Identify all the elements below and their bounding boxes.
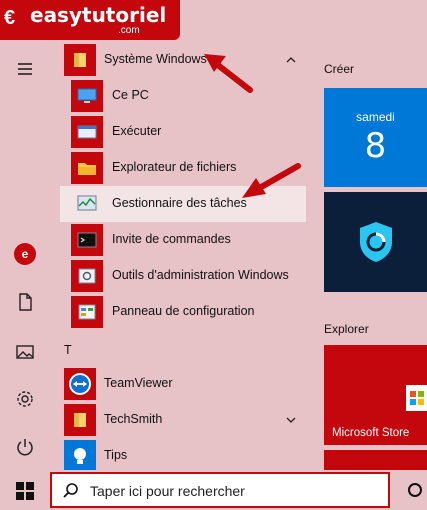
watermark-sub: .com xyxy=(118,25,140,36)
folder-icon xyxy=(64,44,96,76)
teamviewer-icon xyxy=(64,368,96,400)
windows-start-icon[interactable] xyxy=(14,480,36,502)
store-label: Microsoft Store xyxy=(332,427,410,439)
partial-tile[interactable] xyxy=(324,450,427,470)
avatar[interactable]: e xyxy=(14,243,36,265)
computer-icon xyxy=(71,80,103,112)
calendar-tile[interactable]: samedi 8 xyxy=(324,88,427,187)
watermark-banner: € easytutoriel .com xyxy=(0,0,180,40)
settings-icon[interactable] xyxy=(12,386,38,412)
list-item-label: TechSmith xyxy=(104,412,163,426)
list-item-executer[interactable]: Exécuter xyxy=(60,114,306,150)
list-item-tips[interactable]: Tips xyxy=(60,438,306,474)
task-manager-icon xyxy=(71,188,103,220)
pictures-icon[interactable] xyxy=(12,339,38,365)
chevron-down-icon[interactable] xyxy=(284,413,298,427)
admin-tools-icon xyxy=(71,260,103,292)
folder-icon xyxy=(64,404,96,436)
hamburger-icon[interactable] xyxy=(12,56,38,82)
section-title-explorer: Explorer xyxy=(324,322,369,336)
list-item-teamviewer[interactable]: TeamViewer xyxy=(60,366,306,402)
document-icon[interactable] xyxy=(12,289,38,315)
list-item-invite-commandes[interactable]: Invite de commandes xyxy=(60,222,306,258)
list-item-label: Exécuter xyxy=(112,124,162,138)
taskbar: Taper ici pour rechercher xyxy=(0,470,427,510)
control-panel-icon xyxy=(71,296,103,328)
list-item-label: Gestionnaire des tâches xyxy=(112,196,247,210)
lightbulb-icon xyxy=(64,440,96,472)
command-prompt-icon xyxy=(71,224,103,256)
store-bag-icon xyxy=(406,385,427,411)
hotspot-shield-tile[interactable] xyxy=(324,192,427,292)
search-icon xyxy=(63,483,78,498)
shield-icon xyxy=(360,222,392,262)
run-icon xyxy=(71,116,103,148)
section-title-creer: Créer xyxy=(324,62,355,76)
search-placeholder: Taper ici pour rechercher xyxy=(90,483,245,499)
list-item-gestionnaire-taches[interactable]: Gestionnaire des tâches xyxy=(60,186,306,222)
list-item-label: Panneau de configuration xyxy=(112,304,255,318)
group-systeme-windows[interactable]: Système Windows xyxy=(60,42,306,78)
calendar-date: 8 xyxy=(364,126,387,166)
watermark-text: easytutoriel xyxy=(30,3,167,27)
list-item-label: Explorateur de fichiers xyxy=(112,160,237,174)
app-list: Système Windows Ce PC Exécuter Explorate… xyxy=(60,40,310,472)
calendar-day: samedi xyxy=(356,110,395,124)
list-item-panneau-config[interactable]: Panneau de configuration xyxy=(60,294,306,330)
list-item-label: Tips xyxy=(104,448,128,462)
list-item-label: Ce PC xyxy=(112,88,149,102)
cortana-icon[interactable] xyxy=(408,483,422,497)
list-item-label: TeamViewer xyxy=(104,376,173,390)
watermark-logo-icon: € xyxy=(4,7,16,29)
power-icon[interactable] xyxy=(12,434,38,460)
list-item-techsmith[interactable]: TechSmith xyxy=(60,402,306,438)
microsoft-store-tile[interactable]: Microsoft Store xyxy=(324,345,427,445)
list-item-label: Invite de commandes xyxy=(112,232,231,246)
section-letter-t[interactable]: T xyxy=(64,343,72,357)
start-left-rail: e xyxy=(0,40,50,470)
list-item-ce-pc[interactable]: Ce PC xyxy=(60,78,306,114)
folder-icon xyxy=(71,152,103,184)
list-item-outils-admin[interactable]: Outils d'administration Windows xyxy=(60,258,306,294)
chevron-up-icon[interactable] xyxy=(284,53,298,67)
list-item-label: Outils d'administration Windows xyxy=(112,268,289,282)
search-input[interactable]: Taper ici pour rechercher xyxy=(50,472,390,508)
list-item-explorateur[interactable]: Explorateur de fichiers xyxy=(60,150,306,186)
group-title: Système Windows xyxy=(104,52,207,66)
